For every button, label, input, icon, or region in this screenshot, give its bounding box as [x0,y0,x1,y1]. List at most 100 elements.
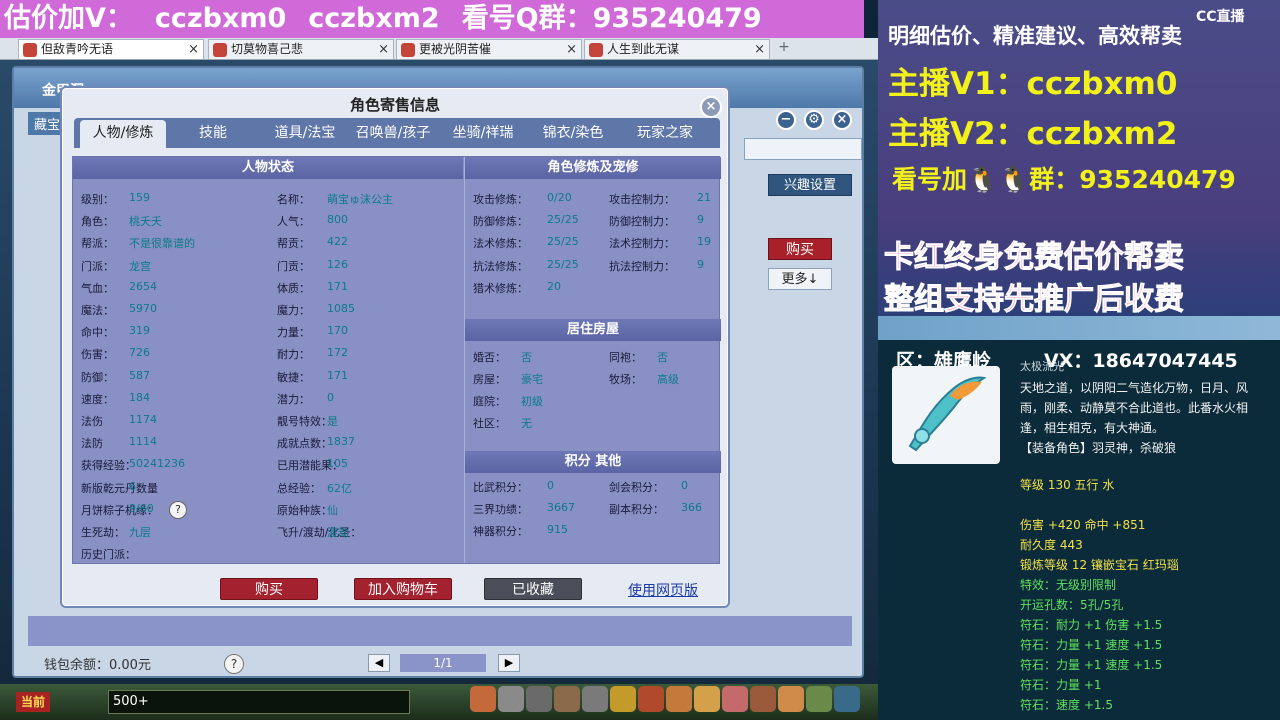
quickbar-slot[interactable] [666,686,692,712]
tab-items[interactable]: 道具/法宝 [262,120,348,148]
stat-row: 体质： 171 [277,280,348,296]
quickbar-slot[interactable] [582,686,608,712]
stat-value: 5970 [129,302,157,315]
next-page-button[interactable]: ▶ [498,654,520,672]
banner-part: cczbxm0 [154,3,287,34]
use-web-version-link[interactable]: 使用网页版 [628,580,698,600]
tab-character[interactable]: 人物/修炼 [80,120,166,148]
browser-tab-label: 但敌青吟无语 [41,42,114,56]
stat-value: 豪宅 [521,373,543,386]
quickbar-slot[interactable] [750,686,776,712]
item-stat: 符石：耐力 +1 伤害 +1.5 [1020,618,1163,632]
close-icon[interactable]: × [566,40,577,59]
help-icon[interactable]: ? [224,654,244,674]
quickbar-slot[interactable] [554,686,580,712]
settings-icon[interactable]: ⚙ [804,110,824,130]
browser-tab-label: 人生到此无谋 [607,42,680,56]
favorited-button[interactable]: 已收藏 [484,578,582,600]
stat-row: 房屋： 豪宅 [473,371,543,387]
stat-value: 9 [697,257,704,271]
section-header: 角色修炼及宠修 [465,157,721,179]
stat-row: 门派： 龙宫 [81,258,151,274]
tab-pets[interactable]: 召唤兽/孩子 [348,120,438,148]
stat-label: 房屋： [473,373,506,386]
quickbar-slot[interactable] [694,686,720,712]
item-name: 太极流光 [1020,360,1064,373]
tab-skills[interactable]: 技能 [170,120,256,148]
dialog-tabs: 人物/修炼 技能 道具/法宝 召唤兽/孩子 坐骑/祥瑞 锦衣/染色 玩家之家 [74,118,720,148]
stat-row: 比武积分： 0 [473,479,554,495]
new-tab-icon[interactable]: + [776,40,792,56]
stat-label: 耐力： [277,348,310,362]
stat-label: 法防 [81,437,103,451]
quickbar-slot[interactable] [834,686,860,712]
tab-player-home[interactable]: 玩家之家 [622,120,708,148]
stat-value: 萌宝ゅ沫公主 [327,193,393,206]
stat-value: 1174 [129,413,157,426]
quickbar-slot[interactable] [638,686,664,712]
stat-value: 20 [547,279,561,293]
stat-value: 172 [327,346,348,360]
search-input[interactable] [744,138,862,160]
stat-label: 防御修炼： [473,215,528,229]
quickbar-slot[interactable] [470,686,496,712]
more-button[interactable]: 更多↓ [768,268,832,290]
stat-label: 防御： [81,370,114,384]
quickbar-slot[interactable] [778,686,804,712]
stat-label: 抗法控制力： [609,259,675,273]
stat-value: 184 [129,390,150,404]
stat-row: 婚否： 否 [473,349,532,365]
stat-row: 气血： 2654 [81,280,157,296]
stat-label: 攻击修炼： [473,193,528,206]
item-stat: 锻炼等级 12 镶嵌宝石 红玛瑙 [1020,558,1179,572]
browser-tab[interactable]: 但敌青吟无语 × [18,39,204,59]
buy-button-side[interactable]: 购买 [768,238,832,260]
stat-value: 25/25 [547,235,579,249]
stat-row: 飞升/渡劫/化圣： 渡劫 [277,524,361,540]
stat-label: 气血： [81,281,114,295]
item-description: 天地之道，以阴阳二气造化万物，日月、风雨，刚柔、动静莫不合此道也。此番水火相逢，… [1020,378,1256,458]
stat-row: 月饼粽子机缘： 9/60 [81,502,158,518]
close-icon[interactable]: × [700,96,722,118]
prev-page-button[interactable]: ◀ [368,654,390,672]
interest-settings-button[interactable]: 兴趣设置 [768,174,852,196]
item-lore: 天地之道，以阴阳二气造化万物，日月、风雨，刚柔、动静莫不合此道也。此番水火相逢，… [1020,381,1249,435]
quickbar-slot[interactable] [806,686,832,712]
close-icon[interactable]: × [378,40,389,59]
item-stat: 等级 130 五行 水 [1020,478,1115,492]
browser-tab[interactable]: 切莫物喜己悲 × [208,39,394,59]
item-stat: 符石：力量 +1 [1020,678,1102,692]
close-icon[interactable]: × [754,40,765,59]
close-icon[interactable]: × [188,40,199,59]
chat-channel-tag[interactable]: 当前 [16,692,50,712]
stat-row: 成就点数： 1837 [277,435,355,451]
quickbar-slot[interactable] [722,686,748,712]
quickbar-slot[interactable] [526,686,552,712]
item-role: 【装备角色】羽灵神，杀破狼 [1020,441,1177,455]
stat-label: 靓号特效： [277,415,332,428]
chat-input[interactable]: 500+ [108,690,410,714]
buy-button[interactable]: 购买 [220,578,318,600]
stat-row: 角色： 桃夭夭 [81,213,162,229]
stat-label: 剑会积分： [609,481,664,494]
browser-tab[interactable]: 人生到此无谋 × [584,39,770,59]
stat-value: 2654 [129,279,157,293]
add-to-cart-button[interactable]: 加入购物车 [354,578,452,600]
stat-value: 25/25 [547,213,579,227]
browser-tab[interactable]: 更被光阴苦催 × [396,39,582,59]
stat-label: 神器积分： [473,525,528,538]
tab-mounts[interactable]: 坐骑/祥瑞 [440,120,526,148]
stat-value: 3667 [547,501,575,514]
stat-row: 防御修炼： 25/25 [473,213,579,229]
screen: 估价加V： cczbxm0 cczbxm2 看号Q群：935240479 但敌青吟无语… [0,0,1280,720]
stat-row: 魔力： 1085 [277,302,355,318]
help-icon[interactable]: ? [169,501,187,519]
close-icon[interactable]: × [832,110,852,130]
tab-outfits[interactable]: 锦衣/染色 [530,120,616,148]
quickbar-slot[interactable] [498,686,524,712]
stat-row: 抗法控制力： 9 [609,258,704,274]
minimize-icon[interactable]: − [776,110,796,130]
banner-part: cczbxm2 [308,3,440,34]
quickbar-slot[interactable] [610,686,636,712]
stat-label: 敏捷： [277,370,310,384]
